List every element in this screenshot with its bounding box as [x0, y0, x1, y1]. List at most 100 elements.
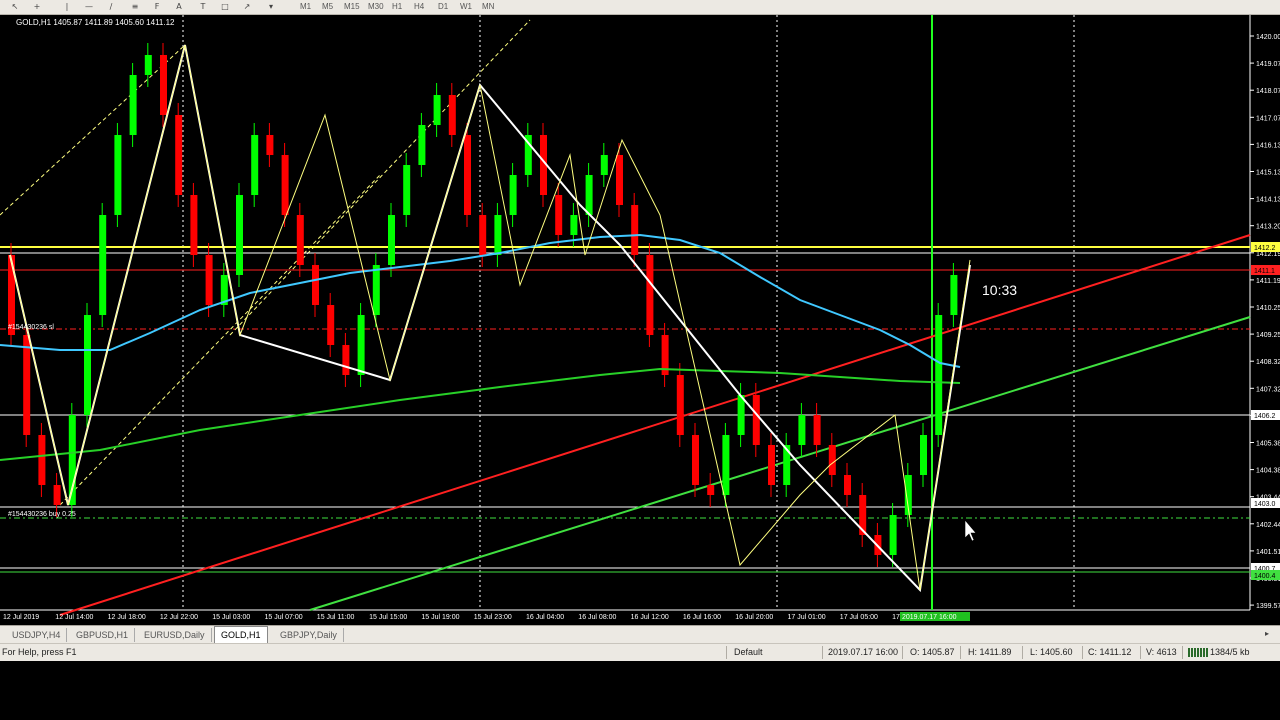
tab-gold-h1[interactable]: GOLD,H1 — [214, 626, 268, 644]
x-axis-label: 15 Jul 11:00 — [317, 614, 355, 621]
candle-body — [950, 275, 958, 315]
y-axis-label: 1419.07 — [1256, 61, 1280, 68]
candle-body — [889, 515, 897, 555]
candle-body — [342, 345, 350, 375]
bar-volume: V: 4613 — [1146, 647, 1177, 657]
x-axis-label: 12 Jul 22:00 — [160, 614, 198, 621]
crosshair-icon[interactable]: + — [28, 1, 46, 12]
trendline-icon[interactable]: ∕ — [102, 1, 120, 12]
tab-gbpusd-h1[interactable]: GBPUSD,H1 — [70, 628, 136, 642]
price-tag-label: 1411.1 — [1254, 268, 1275, 275]
candle-body — [631, 205, 639, 255]
mouse-cursor-icon — [964, 519, 977, 542]
candle-body — [160, 55, 167, 115]
timeframe-m15[interactable]: M15 — [344, 1, 360, 12]
bar-close: C: 1411.12 — [1088, 647, 1132, 657]
y-axis-label: 1415.13 — [1256, 170, 1280, 177]
horizontal-line-icon[interactable]: — — [80, 1, 98, 12]
candle-body — [281, 155, 289, 215]
price-tag-label: 1403.0 — [1254, 501, 1276, 508]
x-axis-label: 15 Jul 15:00 — [369, 614, 407, 621]
tab-gbpjpy-daily[interactable]: GBPJPY,Daily — [274, 628, 344, 642]
y-axis-label: 1402.44 — [1256, 522, 1280, 529]
y-axis-label: 1401.51 — [1256, 549, 1280, 556]
order-label-sl: #154430236 sl — [8, 324, 54, 331]
green-trendline[interactable] — [309, 316, 1251, 611]
candle-body — [616, 155, 623, 205]
candle-body — [768, 445, 775, 485]
timeframe-m1[interactable]: M1 — [300, 1, 311, 12]
candle-body — [38, 435, 46, 485]
timeframe-h1[interactable]: H1 — [392, 1, 402, 12]
zigzag-minor[interactable] — [9, 44, 971, 591]
price-tag-label: 1400.4 — [1254, 573, 1276, 580]
y-axis-label: 1414.13 — [1256, 197, 1280, 204]
candle-body — [372, 265, 380, 315]
chart-canvas[interactable]: 1420.00 1419.07 1418.07 1417.07 1416.13 1415.… — [0, 15, 1280, 625]
y-axis-label: 1411.19 — [1256, 278, 1280, 285]
candle-body — [8, 255, 15, 335]
shapes-icon[interactable]: □ — [216, 1, 234, 12]
candle-body — [935, 315, 943, 435]
x-axis-label: 15 Jul 23:00 — [474, 614, 512, 621]
order-label-buy: #154430236 buy 0.25 — [8, 511, 76, 518]
text-icon[interactable]: A — [170, 1, 188, 12]
y-axis-label: 1404.38 — [1256, 468, 1280, 475]
bar-high: H: 1411.89 — [968, 647, 1012, 657]
x-axis-label: 16 Jul 04:00 — [526, 614, 564, 621]
screen-bottom — [0, 661, 1280, 720]
timeframe-m30[interactable]: M30 — [368, 1, 384, 12]
tab-usdjpy-h4[interactable]: USDJPY,H4 — [6, 628, 68, 642]
y-axis-label: 1420.00 — [1256, 34, 1280, 41]
candle-body — [494, 215, 502, 255]
candle-body — [570, 215, 578, 235]
arrow-icon[interactable]: ↗ — [238, 1, 256, 12]
candle-body — [175, 115, 183, 195]
x-axis-label: 17 Jul 05:00 — [840, 614, 878, 621]
label-icon[interactable]: T — [194, 1, 212, 12]
candle-body — [692, 435, 699, 485]
timeframe-w1[interactable]: W1 — [460, 1, 472, 12]
x-axis-label: 16 Jul 20:00 — [735, 614, 773, 621]
bar-open: O: 1405.87 — [910, 647, 955, 657]
scroll-right-icon[interactable]: ▸ — [1258, 628, 1276, 639]
x-axis-label: 12 Jul 18:00 — [108, 614, 146, 621]
x-axis-label: 16 Jul 16:00 — [683, 614, 721, 621]
x-axis-label: 16 Jul 08:00 — [578, 614, 616, 621]
help-text: For Help, press F1 — [2, 647, 77, 657]
candle-body — [555, 195, 563, 235]
y-axis-label: 1408.32 — [1256, 359, 1280, 366]
candle-body — [190, 195, 198, 255]
bar-countdown: 10:33 — [982, 282, 1017, 298]
candle-body — [464, 135, 471, 215]
candle-body — [99, 215, 107, 315]
candle-body — [646, 255, 654, 335]
price-chart[interactable]: 1420.00 1419.07 1418.07 1417.07 1416.13 1415.… — [0, 15, 1280, 625]
x-axis-label: 16 Jul 12:00 — [631, 614, 669, 621]
x-axis-highlight-label: 2019.07.17 16:00 — [902, 614, 957, 621]
candle-body — [600, 155, 608, 175]
fibonacci-icon[interactable]: F — [148, 1, 166, 12]
timeframe-mn[interactable]: MN — [482, 1, 494, 12]
price-tag-label: 1406.2 — [1254, 413, 1276, 420]
channel-line[interactable] — [0, 44, 186, 216]
timeframe-h4[interactable]: H4 — [414, 1, 424, 12]
y-axis-label: 1405.38 — [1256, 441, 1280, 448]
timeframe-m5[interactable]: M5 — [322, 1, 333, 12]
y-axis-label: 1407.32 — [1256, 386, 1280, 393]
profile-name[interactable]: Default — [734, 644, 763, 661]
vertical-line-icon[interactable]: | — [58, 1, 76, 12]
candle-body — [53, 485, 61, 505]
channel-icon[interactable]: ≡ — [126, 1, 144, 12]
candle-body — [844, 475, 851, 495]
candle-body — [312, 265, 319, 305]
timeframe-d1[interactable]: D1 — [438, 1, 448, 12]
chart-tabs: USDJPY,H4 GBPUSD,H1 EURUSD,Daily GOLD,H1… — [0, 625, 1280, 644]
candle-body — [585, 175, 593, 215]
candle-body — [327, 305, 335, 345]
zigzag-major[interactable] — [9, 44, 971, 593]
candle-body — [84, 315, 91, 415]
tab-eurusd-daily[interactable]: EURUSD,Daily — [138, 628, 212, 642]
dropdown-icon[interactable]: ▾ — [262, 1, 280, 12]
cursor-icon[interactable]: ↖ — [6, 1, 24, 12]
